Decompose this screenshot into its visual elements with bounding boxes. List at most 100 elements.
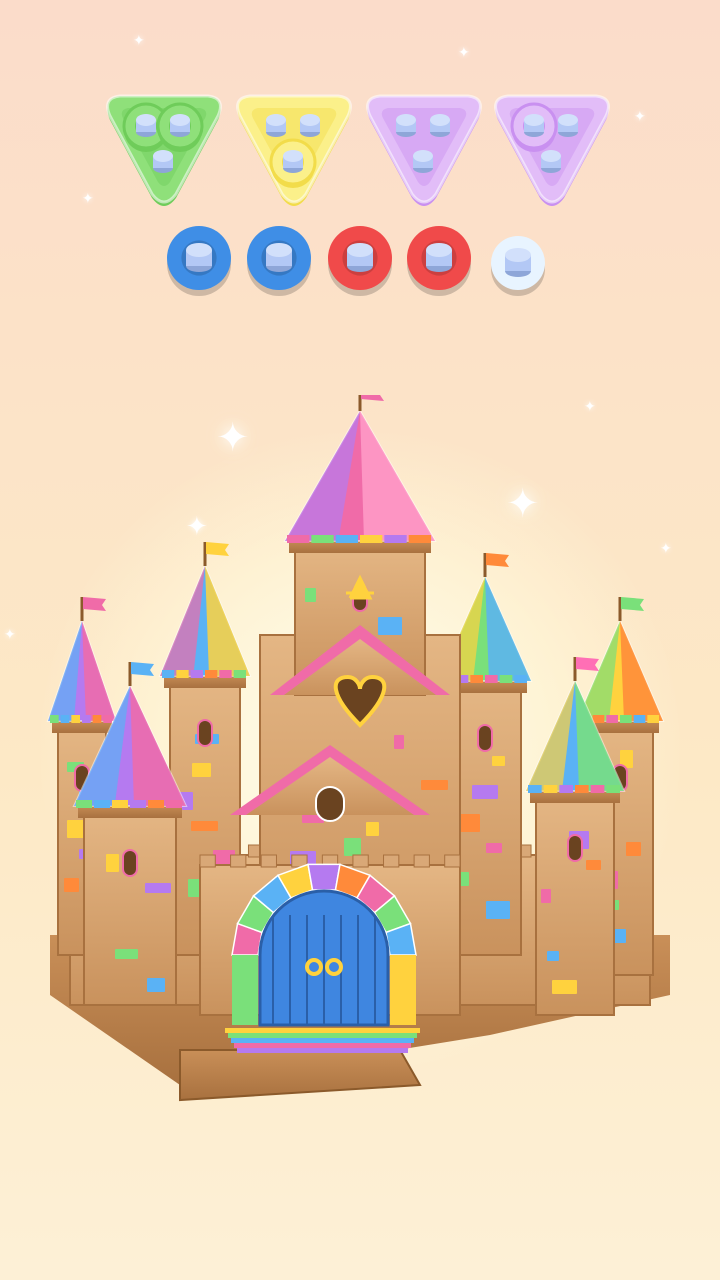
battlement <box>413 854 430 868</box>
sparkle-icon: ✦ <box>4 627 16 643</box>
paper-patch <box>472 785 498 799</box>
paper-patch <box>191 821 218 831</box>
game-screen: ✦ ✦ ✦ ✦ ✦ ✦ ✦ ✦ ✦ ✦ <box>0 0 720 1280</box>
ring-piece-icon <box>269 138 317 188</box>
paper-patch <box>344 838 361 856</box>
roof-trim <box>647 715 659 723</box>
roof-trim <box>335 535 358 543</box>
sparkle-icon: ✦ <box>458 45 470 61</box>
paper-patch <box>192 763 211 777</box>
tower-window <box>122 849 138 877</box>
peg-icon <box>396 114 416 137</box>
tower-body <box>83 809 177 1006</box>
flag-icon <box>361 395 384 401</box>
paper-patch <box>459 814 480 832</box>
roof-trim <box>219 670 232 678</box>
paper-patch <box>394 735 404 749</box>
peg-icon <box>541 150 561 173</box>
tower-window <box>567 834 583 862</box>
roof-trim <box>485 675 498 683</box>
battlement <box>444 854 461 868</box>
paper-patch <box>586 860 601 870</box>
filled-ring-slot[interactable] <box>405 224 473 300</box>
roof-trim <box>514 675 527 683</box>
battlement <box>230 854 247 868</box>
roof-trim <box>633 715 646 723</box>
paper-patch <box>366 822 379 836</box>
roof-trim <box>590 785 605 793</box>
flag-icon <box>206 542 229 556</box>
roof-trim <box>575 785 589 793</box>
paper-patch <box>64 878 79 892</box>
paper-patch <box>305 588 316 602</box>
roof-trim <box>166 800 182 808</box>
battlement <box>383 854 400 868</box>
arched-window <box>315 786 345 822</box>
flag-icon <box>621 597 644 611</box>
battlement <box>260 854 277 868</box>
roof-trim <box>606 785 620 793</box>
peg-icon <box>300 114 320 137</box>
paper-patch <box>486 843 502 853</box>
paper-patch <box>626 842 641 856</box>
carpet-stripe <box>234 1043 411 1048</box>
flag-icon <box>131 662 154 676</box>
paper-patch <box>145 883 171 893</box>
filled-ring-slot[interactable] <box>326 224 394 300</box>
roof-trim <box>92 715 102 723</box>
paper-patch <box>547 951 559 961</box>
paper-patch <box>147 978 165 992</box>
roof-trim <box>287 535 310 543</box>
roof-trim <box>470 675 483 683</box>
roof-trim <box>50 715 59 723</box>
filled-ring-slot[interactable] <box>165 224 233 300</box>
filled-ring-slot[interactable] <box>245 224 313 300</box>
cardboard-castle-image <box>46 395 670 1102</box>
paper-patch <box>106 854 119 872</box>
triangle-tray-1[interactable] <box>98 86 230 210</box>
empty-slot[interactable] <box>489 234 547 300</box>
roof-trim <box>112 800 128 808</box>
tower-window <box>477 724 493 752</box>
triangle-tray-2[interactable] <box>228 86 360 210</box>
roof-trim <box>528 785 542 793</box>
roof-trim <box>94 800 110 808</box>
roof-trim <box>311 535 334 543</box>
roof-trim <box>499 675 513 683</box>
carpet-stripe <box>237 1048 408 1053</box>
flag-icon <box>576 657 599 671</box>
arch-stone <box>307 863 341 891</box>
battlement <box>352 854 369 868</box>
castle-steps <box>179 1049 422 1102</box>
roof-trim <box>103 715 112 723</box>
arch-pillar <box>232 955 258 1025</box>
triangle-tray-4[interactable] <box>486 86 618 210</box>
roof-trim <box>606 715 618 723</box>
paper-patch <box>492 756 505 766</box>
carpet-stripe <box>228 1033 417 1038</box>
roof-trim <box>233 670 246 678</box>
roof-trim <box>620 715 632 723</box>
roof-trim <box>384 535 407 543</box>
paper-patch <box>486 901 510 919</box>
roof-stripe <box>205 566 250 676</box>
roof-trim <box>559 785 573 793</box>
flag-icon <box>486 553 509 567</box>
sparkle-icon: ✦ <box>133 33 145 49</box>
flag-icon <box>83 597 106 611</box>
peg-icon <box>413 150 433 173</box>
triangle-tray-3[interactable] <box>358 86 490 210</box>
roof-trim <box>76 800 92 808</box>
slot-row <box>0 222 720 302</box>
paper-patch <box>421 780 448 790</box>
paper-patch <box>115 949 138 959</box>
roof-trim <box>148 800 164 808</box>
tower-window <box>197 719 213 747</box>
carpet-stripe <box>231 1038 414 1043</box>
roof-trim <box>82 715 91 723</box>
roof-trim <box>205 670 218 678</box>
arch-pillar <box>390 955 416 1025</box>
roof-trim <box>162 670 175 678</box>
tray-row <box>0 86 720 218</box>
peg-icon <box>153 150 173 173</box>
